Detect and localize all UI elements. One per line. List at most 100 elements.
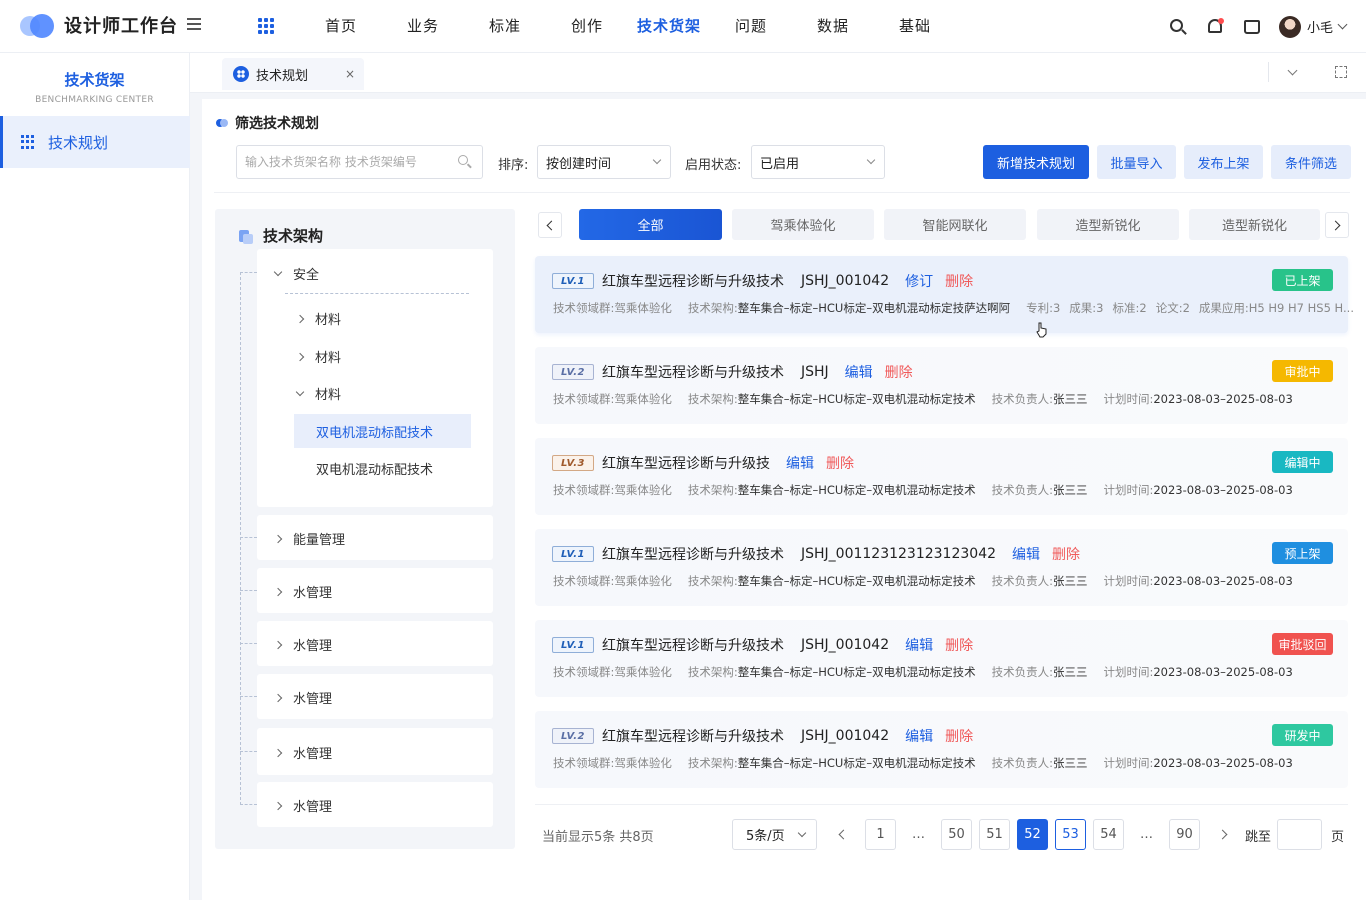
- meta-time: 计划时间:2023-08-03–2025-08-03: [1103, 482, 1292, 498]
- delete-link[interactable]: 删除: [945, 726, 973, 746]
- tech-plan-card[interactable]: LV.1 红旗车型远程诊断与升级技术 JSHJ_001042 修订 删除 技术领…: [535, 256, 1354, 333]
- page-button[interactable]: 50: [941, 819, 972, 850]
- nav-item-data[interactable]: 数据: [792, 0, 874, 53]
- chevron-right-icon: [273, 801, 283, 810]
- tech-plan-card[interactable]: LV.3 红旗车型远程诊断与升级技 编辑 删除 技术领域群:驾乘体验化 技术架构…: [535, 438, 1348, 515]
- notification-bell-icon[interactable]: [1205, 17, 1225, 37]
- next-page-button[interactable]: [1207, 819, 1238, 850]
- card-name: 红旗车型远程诊断与升级技术: [602, 638, 784, 654]
- tree-node-material-3[interactable]: 材料: [295, 384, 341, 403]
- search-icon[interactable]: [1168, 17, 1188, 37]
- delete-link[interactable]: 删除: [945, 271, 973, 291]
- delete-link[interactable]: 删除: [945, 635, 973, 655]
- search-input[interactable]: [245, 155, 458, 169]
- category-next-button[interactable]: [1325, 212, 1349, 238]
- edit-link[interactable]: 编辑: [786, 453, 814, 473]
- category-tab[interactable]: 造型新锐化: [1037, 209, 1179, 240]
- revise-link[interactable]: 修订: [905, 271, 933, 291]
- chevron-down-icon: [797, 828, 807, 837]
- tree-leaf-selected[interactable]: 双电机混动标配技术: [294, 414, 471, 448]
- tree-node-material-2[interactable]: 材料: [295, 347, 342, 366]
- prev-page-button[interactable]: [828, 819, 859, 850]
- tab-close-icon[interactable]: ×: [345, 67, 355, 81]
- meta-value: 张三三: [1052, 392, 1088, 406]
- tree-leaf[interactable]: 双电机混动标配技术: [316, 459, 433, 478]
- edit-link[interactable]: 编辑: [905, 635, 933, 655]
- page-ellipsis[interactable]: …: [903, 819, 934, 850]
- app-grid-icon[interactable]: [258, 18, 274, 34]
- nav-item-basics[interactable]: 基础: [874, 0, 956, 53]
- meta-label: 技术负责人:: [991, 665, 1053, 679]
- menu-collapse-icon[interactable]: [187, 18, 201, 32]
- meta-value: 整车集合–标定–HCU标定–双电机混动标定技术: [737, 392, 976, 406]
- nav-item-tech-shelf[interactable]: 技术货架: [628, 0, 710, 53]
- user-name[interactable]: 小毛: [1307, 17, 1333, 36]
- tree-node-material-1[interactable]: 材料: [295, 309, 341, 328]
- batch-import-button[interactable]: 批量导入: [1097, 145, 1176, 179]
- nav-item-creation[interactable]: 创作: [546, 0, 628, 53]
- page-button[interactable]: 54: [1093, 819, 1124, 850]
- tree-group[interactable]: 水管理: [257, 674, 493, 719]
- edit-link[interactable]: 编辑: [1012, 544, 1040, 564]
- status-badge: 审批中: [1272, 360, 1333, 382]
- category-tab-all[interactable]: 全部: [579, 209, 722, 240]
- category-tabs: 全部 驾乘体验化 智能网联化 造型新锐化 造型新锐化: [538, 209, 1350, 241]
- nav-item-business[interactable]: 业务: [382, 0, 464, 53]
- page-size-select[interactable]: 5条/页: [732, 819, 817, 850]
- category-tab[interactable]: 驾乘体验化: [732, 209, 874, 240]
- card-header: LV.2 红旗车型远程诊断与升级技术 JSHJ_001042 编辑 删除: [552, 726, 973, 746]
- sidebar-item-tech-planning[interactable]: 技术规划: [0, 116, 190, 168]
- tree-group[interactable]: 水管理: [257, 782, 493, 827]
- tech-plan-card[interactable]: LV.1 红旗车型远程诊断与升级技术 JSHJ_0011231231231230…: [535, 529, 1348, 606]
- nav-item-standard[interactable]: 标准: [464, 0, 546, 53]
- page-button[interactable]: 1: [865, 819, 896, 850]
- tree-node-label: 材料: [315, 351, 342, 366]
- status-select[interactable]: 已启用: [751, 145, 885, 179]
- tech-plan-card[interactable]: LV.2 红旗车型远程诊断与升级技术 JSHJ_001042 编辑 删除 技术领…: [535, 711, 1348, 788]
- category-prev-button[interactable]: [538, 212, 562, 238]
- condition-filter-button[interactable]: 条件筛选: [1271, 145, 1351, 179]
- tree-group[interactable]: 水管理: [257, 568, 493, 613]
- jump-page-input[interactable]: [1277, 819, 1322, 850]
- tree-group[interactable]: 水管理: [257, 621, 493, 666]
- page-button[interactable]: 90: [1169, 819, 1200, 850]
- tech-plan-card[interactable]: LV.1 红旗车型远程诊断与升级技术 JSHJ_001042 编辑 删除 技术领…: [535, 620, 1348, 697]
- add-tech-plan-button[interactable]: 新增技术规划: [983, 145, 1089, 179]
- tabs-dropdown-icon[interactable]: [1284, 64, 1300, 80]
- sort-select[interactable]: 按创建时间: [537, 145, 671, 179]
- chevron-down-icon[interactable]: [1337, 19, 1348, 30]
- skin-theme-icon[interactable]: [1242, 17, 1262, 37]
- page-button[interactable]: 53: [1055, 819, 1086, 850]
- publish-button[interactable]: 发布上架: [1184, 145, 1263, 179]
- edit-link[interactable]: 编辑: [845, 362, 873, 382]
- nav-item-home[interactable]: 首页: [300, 0, 382, 53]
- tree-node-safety[interactable]: 安全: [273, 264, 319, 283]
- category-tab[interactable]: 造型新锐化: [1189, 209, 1320, 240]
- meta-value: 2023-08-03–2025-08-03: [1153, 574, 1293, 588]
- page-button[interactable]: 51: [979, 819, 1010, 850]
- tree-group[interactable]: 水管理: [257, 728, 493, 775]
- page-ellipsis[interactable]: …: [1131, 819, 1162, 850]
- nav-item-issues[interactable]: 问题: [710, 0, 792, 53]
- tech-plan-card[interactable]: LV.2 红旗车型远程诊断与升级技术 JSHJ 编辑 删除 技术领域群:驾乘体验…: [535, 347, 1348, 424]
- delete-link[interactable]: 删除: [826, 453, 854, 473]
- tech-architecture-tree: 技术架构 安全 材料 材料 材料 双电机混动标配技术 双电机混动标配技术 能量管…: [215, 209, 515, 849]
- user-avatar[interactable]: [1278, 15, 1301, 38]
- meta-paper: 论文:2: [1155, 301, 1190, 315]
- delete-link[interactable]: 删除: [1052, 544, 1080, 564]
- category-tab[interactable]: 智能网联化: [884, 209, 1026, 240]
- meta-time: 计划时间:2023-08-03–2025-08-03: [1103, 755, 1292, 771]
- search-field[interactable]: [236, 145, 483, 179]
- page-button-current[interactable]: 52: [1017, 819, 1048, 850]
- fullscreen-icon[interactable]: [1333, 64, 1349, 80]
- app-logo[interactable]: 设计师工作台: [18, 12, 178, 38]
- tab-tech-planning[interactable]: 技术规划 ×: [222, 58, 364, 90]
- edit-link[interactable]: 编辑: [905, 726, 933, 746]
- search-icon[interactable]: [458, 155, 472, 169]
- chevron-right-icon: [1217, 829, 1228, 840]
- delete-link[interactable]: 删除: [885, 362, 913, 382]
- tree-group[interactable]: 能量管理: [257, 515, 493, 560]
- chevron-right-icon: [273, 587, 283, 596]
- meta-standard: 标准:2: [1112, 301, 1147, 315]
- grid-icon: [21, 135, 35, 149]
